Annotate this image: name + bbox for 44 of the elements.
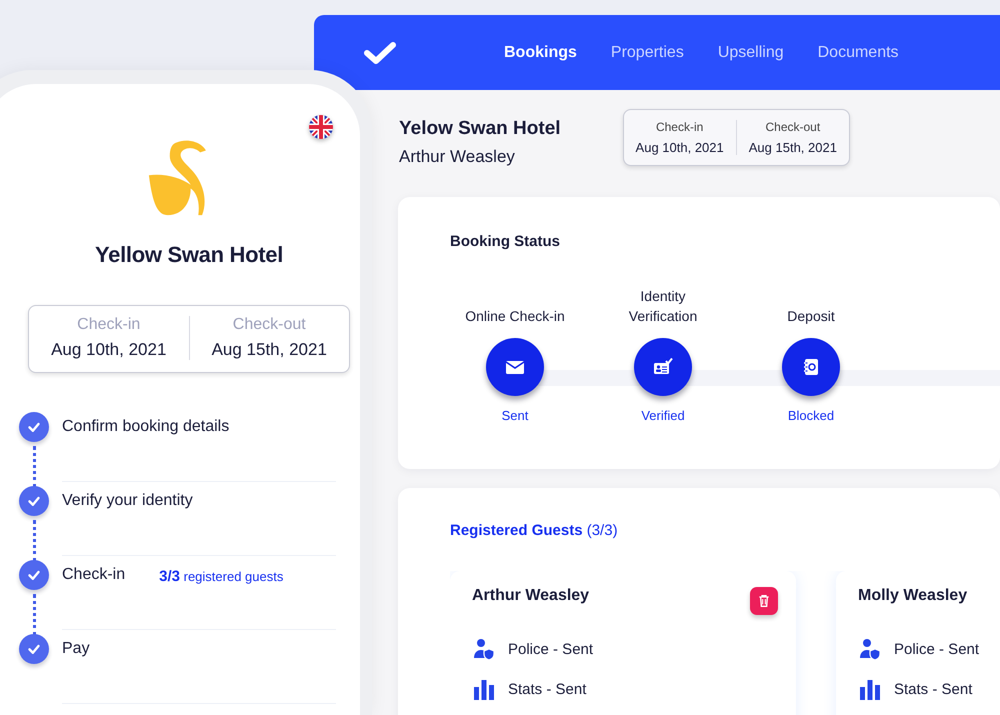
step-label: Deposit [786, 307, 836, 326]
nav-tab[interactable]: Upselling [718, 44, 784, 62]
step-status: Blocked [788, 408, 834, 423]
safe-circle-icon [782, 338, 840, 396]
date-label: Check-out [232, 316, 307, 334]
step-status: Sent [502, 408, 528, 423]
police-badge-icon [858, 637, 882, 661]
section-title: Registered Guests (3/3) [450, 522, 619, 539]
date-label: Check-out [764, 120, 822, 134]
step-label: Identity Verification [628, 287, 698, 326]
date-value: Aug 10th, 2021 [636, 140, 724, 155]
hotel-name: Yellow Swan Hotel [94, 242, 284, 268]
date-label: Check-in [654, 120, 704, 134]
nav-tab[interactable]: Bookings [504, 44, 577, 62]
delete-button[interactable] [750, 587, 778, 615]
guest-name: Arthur Weasley [399, 147, 516, 167]
step-label: Check-in [62, 566, 126, 584]
bar-chart-icon [858, 677, 882, 701]
section-title: Booking Status [450, 233, 562, 250]
step-label: Verify your identity [62, 492, 193, 510]
bar-chart-icon [472, 677, 496, 701]
status-text: Stats - Sent [508, 680, 586, 698]
id-card-circle-icon [634, 338, 692, 396]
flag-icon[interactable] [308, 114, 334, 140]
status-text: Police - Sent [894, 640, 980, 658]
status-text: Police - Sent [508, 640, 594, 658]
police-badge-icon [472, 637, 496, 661]
step-label: Pay [62, 640, 90, 658]
envelope-circle-icon [486, 338, 544, 396]
step-label: Online Check-in [465, 307, 565, 326]
date-value: Aug 10th, 2021 [50, 340, 168, 360]
guest-count-text: 3/3 registered guests [159, 568, 284, 585]
checkmark-logo-icon [364, 40, 396, 64]
nav-tab[interactable]: Properties [610, 44, 684, 62]
date-value: Aug 15th, 2021 [748, 140, 837, 155]
step-status: Verified [641, 408, 685, 423]
guest-name: Arthur Weasley [472, 587, 590, 605]
date-label: Check-in [76, 316, 142, 334]
date-value: Aug 15th, 2021 [210, 340, 328, 360]
status-text: Stats - Sent [894, 680, 972, 698]
guest-name: Molly Weasley [858, 587, 968, 605]
nav-tab[interactable]: Documents [818, 44, 899, 62]
hotel-name: Yelow Swan Hotel [399, 118, 561, 140]
step-label: Confirm booking details [62, 418, 230, 436]
